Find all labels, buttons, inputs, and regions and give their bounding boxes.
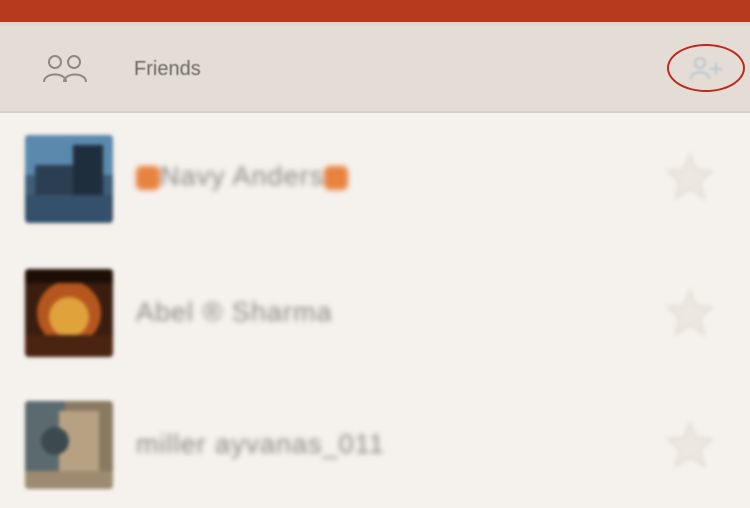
list-item[interactable]: miller ayvanas_011 [0, 383, 750, 508]
page-title: Friends [134, 58, 201, 80]
star-icon[interactable] [664, 287, 716, 339]
friends-icon [43, 55, 87, 83]
list-item[interactable]: Abel ® Sharma [0, 253, 750, 378]
add-friend-icon [690, 57, 722, 80]
star-icon[interactable] [664, 151, 716, 203]
list-item[interactable]: Navy Anders [0, 113, 750, 238]
friend-name: Navy Anders [136, 161, 349, 192]
friends-header: Friends [0, 28, 750, 112]
top-status-bar [0, 0, 750, 22]
add-friend-button[interactable] [667, 44, 745, 92]
badge-left [136, 165, 160, 190]
avatar [25, 401, 113, 489]
friend-name: Abel ® Sharma [136, 297, 333, 327]
avatar [25, 269, 113, 357]
friend-name: miller ayvanas_011 [136, 429, 385, 459]
avatar [25, 135, 113, 223]
star-icon[interactable] [664, 419, 716, 471]
badge-right [324, 165, 349, 190]
